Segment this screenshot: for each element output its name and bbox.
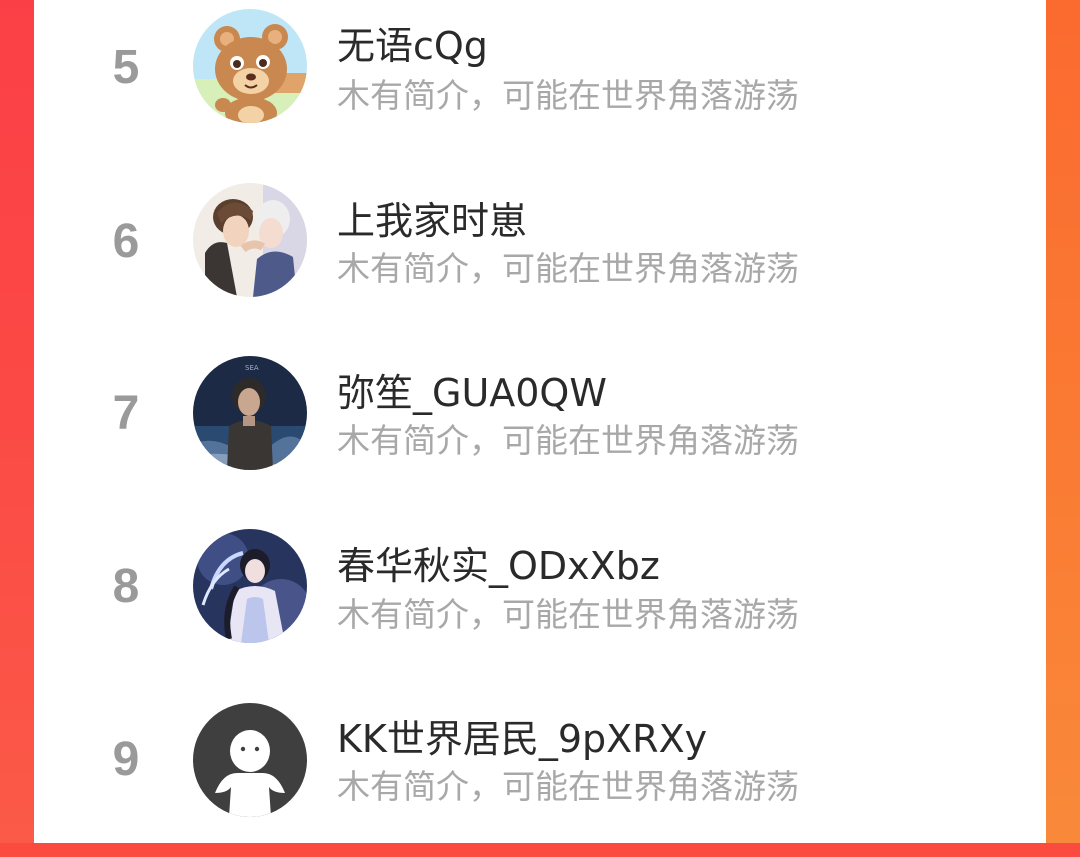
- list-item[interactable]: 8 春华秋实_ODxXbz 木有简介，可能在世界角落游荡: [34, 513, 1046, 685]
- rank-number: 7: [112, 387, 140, 440]
- background-left-edge: [0, 0, 34, 843]
- dark-anime-avatar-icon[interactable]: SEA: [193, 356, 307, 470]
- user-name[interactable]: 春华秋实_ODxXbz: [337, 535, 660, 590]
- rank-number: 9: [112, 733, 140, 786]
- fantasy-girl-avatar-icon[interactable]: [193, 529, 307, 643]
- list-item[interactable]: 9 KK世界居民_9pXRXy 木有简介，可能在世界角落游荡: [34, 685, 1046, 857]
- user-name[interactable]: 无语cQg: [337, 15, 488, 70]
- user-bio: 木有简介，可能在世界角落游荡: [337, 76, 799, 115]
- user-name[interactable]: KK世界居民_9pXRXy: [337, 708, 707, 763]
- user-bio: 木有简介，可能在世界角落游荡: [337, 767, 799, 806]
- user-bio: 木有简介，可能在世界角落游荡: [337, 249, 799, 288]
- rank-number: 6: [112, 215, 140, 268]
- user-name[interactable]: 上我家时崽: [337, 190, 527, 245]
- user-bio: 木有简介，可能在世界角落游荡: [337, 421, 799, 460]
- anime-couple-avatar-icon[interactable]: [193, 183, 307, 297]
- user-name[interactable]: 弥笙_GUA0QW: [337, 362, 607, 417]
- ranking-list-panel: 5 无语cQg 木有简介，可能在世界角落游荡 6 上我家时崽 木有简介，可能在世…: [34, 0, 1046, 843]
- default-user-avatar-icon[interactable]: [193, 703, 307, 817]
- rank-number: 8: [112, 560, 140, 613]
- list-item[interactable]: 5 无语cQg 木有简介，可能在世界角落游荡: [34, 0, 1046, 169]
- rank-number: 5: [112, 41, 140, 94]
- user-bio: 木有简介，可能在世界角落游荡: [337, 595, 799, 634]
- background-right-edge: [1046, 0, 1080, 843]
- svg-text:SEA: SEA: [245, 364, 259, 372]
- bear-avatar-icon[interactable]: [193, 9, 307, 123]
- list-item[interactable]: 7 SEA 弥笙_GUA0QW 木有简介，可能在世界角落游荡: [34, 341, 1046, 513]
- list-item[interactable]: 6 上我家时崽 木有简介，可能在世界角落游荡: [34, 169, 1046, 341]
